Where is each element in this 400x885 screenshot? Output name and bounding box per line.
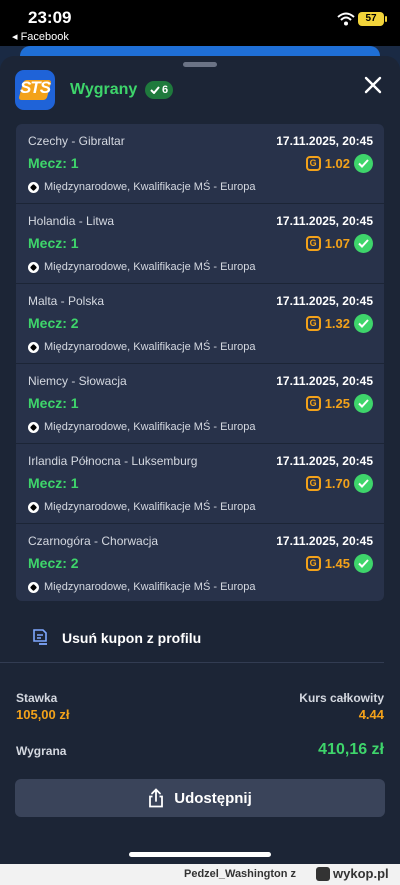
league-name: Międzynarodowe, Kwalifikacje MŚ - Europa (44, 261, 256, 273)
bet-pick: Mecz: 2 (28, 555, 79, 571)
odds-boost-icon: G (305, 475, 321, 491)
bet-date: 17.11.2025, 20:45 (276, 454, 373, 468)
football-icon (28, 421, 39, 433)
odd-value: 1.07 (324, 235, 350, 251)
bet-teams: Czechy - Gibraltar (28, 134, 125, 148)
bet-league: Międzynarodowe, Kwalifikacje MŚ - Europa (28, 341, 256, 353)
bet-date: 17.11.2025, 20:45 (276, 534, 373, 548)
bet-odd: G 1.45 (305, 553, 373, 573)
league-name: Międzynarodowe, Kwalifikacje MŚ - Europa (44, 341, 256, 353)
league-name: Międzynarodowe, Kwalifikacje MŚ - Europa (44, 181, 256, 193)
close-icon[interactable] (360, 72, 386, 98)
share-icon (149, 788, 164, 808)
wykop-logo-icon (316, 867, 330, 881)
bet-pick: Mecz: 1 (28, 475, 79, 491)
bet-date: 17.11.2025, 20:45 (276, 294, 373, 308)
bet-row[interactable]: Czarnogóra - Chorwacja 17.11.2025, 20:45… (16, 524, 384, 601)
odds-boost-icon: G (305, 315, 321, 331)
bet-league: Międzynarodowe, Kwalifikacje MŚ - Europa (28, 261, 256, 273)
league-name: Międzynarodowe, Kwalifikacje MŚ - Europa (44, 581, 256, 593)
sts-logo: STS (15, 70, 55, 110)
bet-odd: G 1.07 (305, 233, 373, 253)
remove-coupon-label: Usuń kupon z profilu (62, 630, 202, 646)
bet-row[interactable]: Irlandia Północna - Luksemburg 17.11.202… (16, 444, 384, 524)
football-icon (28, 261, 39, 273)
battery-tip (385, 16, 387, 22)
stake-label: Stawka (16, 691, 58, 705)
odds-boost-icon: G (305, 235, 321, 251)
league-name: Międzynarodowe, Kwalifikacje MŚ - Europa (44, 421, 256, 433)
logo-text: STS (19, 78, 51, 97)
remove-coupon-button[interactable]: Usuń kupon z profilu (0, 611, 384, 663)
football-icon (28, 181, 39, 193)
bet-teams: Holandia - Litwa (28, 214, 115, 228)
watermark-user: Pedzel_Washington z (184, 868, 297, 880)
watermark-site: wykop.pl (333, 866, 389, 881)
odd-value: 1.45 (324, 555, 350, 571)
bet-row[interactable]: Czechy - Gibraltar 17.11.2025, 20:45 Mec… (16, 124, 384, 204)
football-icon (28, 581, 39, 593)
won-count-badge: 6 (145, 81, 173, 99)
won-check-icon (354, 153, 373, 173)
bet-odd: G 1.25 (305, 393, 373, 413)
bet-pick: Mecz: 1 (28, 235, 79, 251)
bet-pick: Mecz: 1 (28, 395, 79, 411)
odd-value: 1.25 (324, 395, 350, 411)
checkmark-icon (150, 86, 160, 94)
total-odds-value: 4.44 (358, 707, 384, 722)
bet-teams: Czarnogóra - Chorwacja (28, 534, 159, 548)
win-label: Wygrana (16, 744, 67, 758)
bet-list: Czechy - Gibraltar 17.11.2025, 20:45 Mec… (16, 124, 384, 601)
league-name: Międzynarodowe, Kwalifikacje MŚ - Europa (44, 501, 256, 513)
bet-odd: G 1.70 (305, 473, 373, 493)
football-icon (28, 501, 39, 513)
bet-date: 17.11.2025, 20:45 (276, 214, 373, 228)
coupon-remove-icon (33, 629, 47, 645)
bet-league: Międzynarodowe, Kwalifikacje MŚ - Europa (28, 501, 256, 513)
win-value: 410,16 zł (318, 741, 384, 758)
bet-teams: Irlandia Północna - Luksemburg (28, 454, 198, 468)
sheet-grabber[interactable] (183, 62, 217, 67)
watermark-bar: Pedzel_Washington z wykop.pl (0, 864, 400, 885)
football-icon (28, 341, 39, 353)
odds-boost-icon: G (305, 155, 321, 171)
stake-value: 105,00 zł (16, 707, 70, 722)
bet-pick: Mecz: 1 (28, 155, 79, 171)
won-check-icon (354, 233, 373, 253)
bet-odd: G 1.32 (305, 313, 373, 333)
clock: 23:09 (28, 8, 72, 27)
bet-league: Międzynarodowe, Kwalifikacje MŚ - Europa (28, 181, 256, 193)
bet-details-sheet: STS Wygrany 6 Czechy - Gibraltar 17.11.2… (0, 56, 400, 864)
bet-teams: Malta - Polska (28, 294, 105, 308)
share-label: Udostępnij (174, 789, 252, 807)
odd-value: 1.70 (324, 475, 350, 491)
bet-odd: G 1.02 (305, 153, 373, 173)
odd-value: 1.32 (324, 315, 350, 331)
back-to-app-link[interactable]: ◂ Facebook (12, 30, 69, 43)
bet-date: 17.11.2025, 20:45 (276, 134, 373, 148)
bet-row[interactable]: Niemcy - Słowacja 17.11.2025, 20:45 Mecz… (16, 364, 384, 444)
bet-teams: Niemcy - Słowacja (28, 374, 127, 388)
bet-pick: Mecz: 2 (28, 315, 79, 331)
won-check-icon (354, 393, 373, 413)
bet-date: 17.11.2025, 20:45 (276, 374, 373, 388)
share-button[interactable]: Udostępnij (15, 779, 385, 817)
won-check-icon (354, 553, 373, 573)
bet-league: Międzynarodowe, Kwalifikacje MŚ - Europa (28, 581, 256, 593)
wifi-icon (337, 12, 355, 26)
total-odds-label: Kurs całkowity (299, 691, 384, 705)
status-bar: 23:09 ◂ Facebook 57 (0, 0, 400, 46)
home-indicator (129, 852, 271, 857)
bet-row[interactable]: Malta - Polska 17.11.2025, 20:45 Mecz: 2… (16, 284, 384, 364)
bet-row[interactable]: Holandia - Litwa 17.11.2025, 20:45 Mecz:… (16, 204, 384, 284)
won-check-icon (354, 313, 373, 333)
odds-boost-icon: G (305, 395, 321, 411)
battery-icon: 57 (358, 12, 384, 26)
won-check-icon (354, 473, 373, 493)
won-count: 6 (161, 84, 169, 96)
bet-league: Międzynarodowe, Kwalifikacje MŚ - Europa (28, 421, 256, 433)
bet-status-title: Wygrany (70, 81, 138, 98)
odd-value: 1.02 (324, 155, 350, 171)
odds-boost-icon: G (305, 555, 321, 571)
